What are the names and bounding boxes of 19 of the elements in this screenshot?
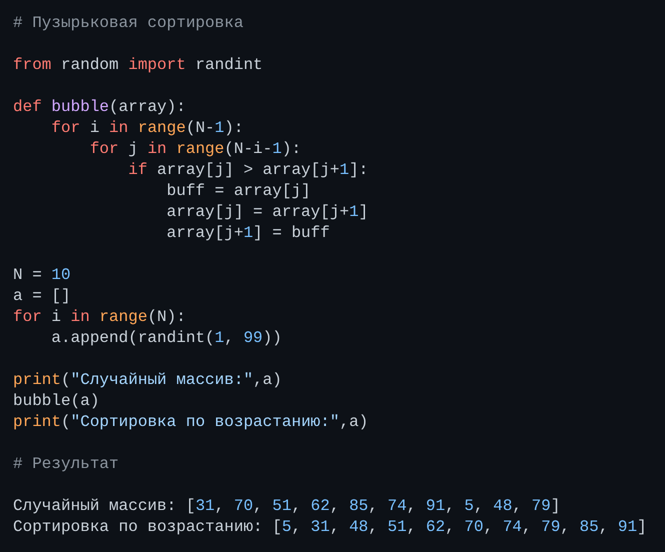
- code-line: N = 10: [13, 265, 71, 286]
- code-line: Случайный массив: [31, 70, 51, 62, 85, 74, 91, 5, 48, 79]: [13, 496, 560, 517]
- code-line: bubble(a): [13, 391, 100, 412]
- code-line: print("Случайный массив:",a): [13, 370, 282, 391]
- code-line: from random import randint: [13, 55, 263, 76]
- code-line: def bubble(array):: [13, 97, 186, 118]
- code-comment: # Пузырьковая сортировка: [13, 13, 244, 34]
- code-line: a.append(randint(1, 99)): [51, 328, 282, 349]
- code-comment: # Результат: [13, 454, 119, 475]
- code-line: Сортировка по возрастанию: [5, 31, 48, 51, 62, 70, 74, 79, 85, 91]: [13, 517, 647, 538]
- code-line: if array[j] > array[j+1]:: [128, 160, 368, 181]
- code-line: buff = array[j]: [166, 181, 311, 202]
- code-line: print("Сортировка по возрастанию:",a): [13, 412, 368, 433]
- code-line: array[j+1] = buff: [166, 223, 330, 244]
- code-line: for j in range(N-i-1):: [90, 139, 302, 160]
- code-line: a = []: [13, 286, 71, 307]
- code-line: for i in range(N):: [13, 307, 186, 328]
- code-line: for i in range(N-1):: [51, 118, 244, 139]
- code-line: array[j] = array[j+1]: [166, 202, 368, 223]
